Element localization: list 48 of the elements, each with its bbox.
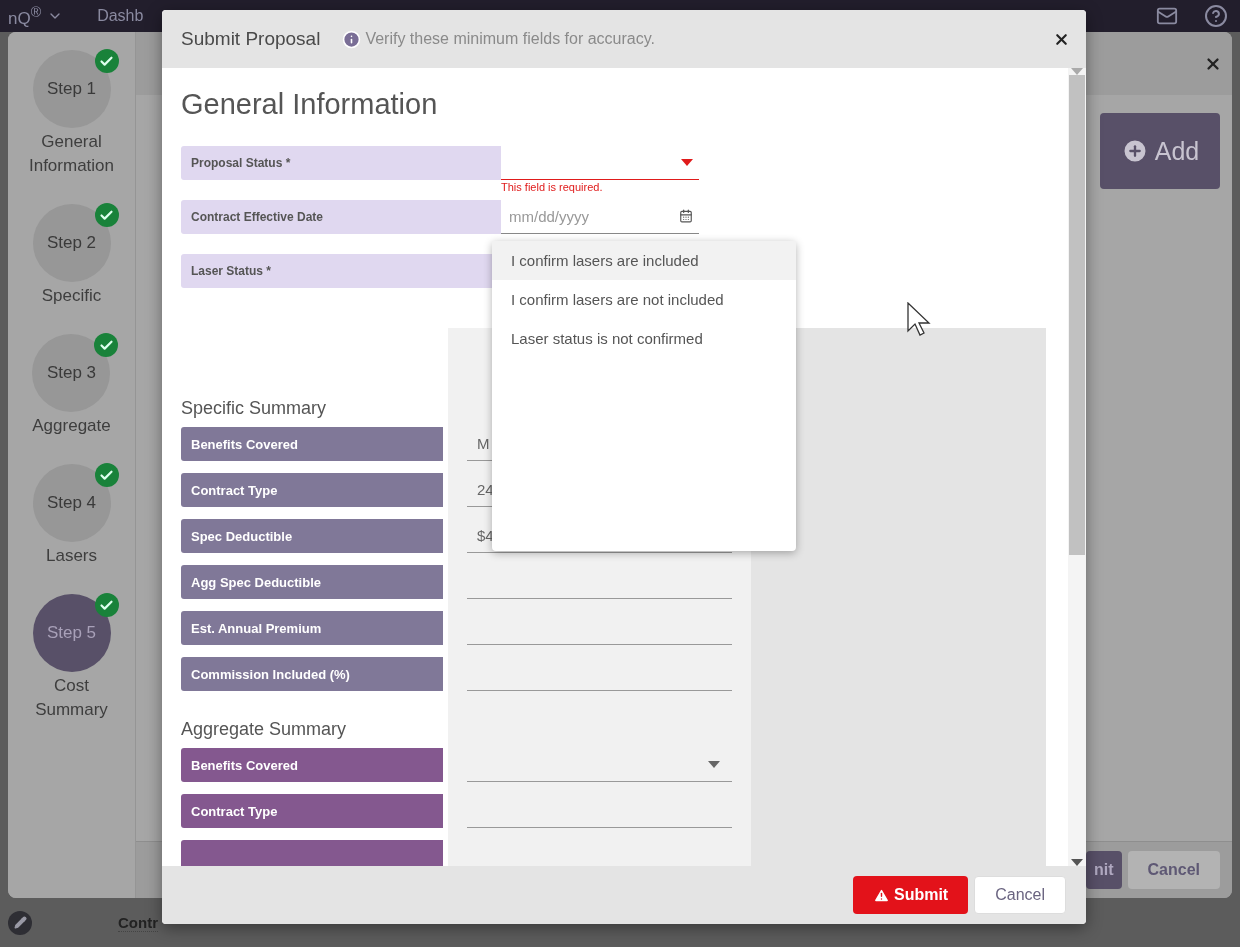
error-message: This field is required. bbox=[501, 181, 603, 193]
field-label: Contract Type bbox=[181, 473, 443, 507]
field-label: Contract Type bbox=[181, 794, 443, 828]
caret-icon bbox=[681, 159, 693, 166]
field-label: Proposal Status * bbox=[181, 146, 501, 180]
field-label: Est. Annual Premium bbox=[181, 611, 443, 645]
add-button[interactable]: Add bbox=[1100, 113, 1220, 189]
step-label: Aggregate bbox=[32, 415, 111, 437]
step-label: Specific bbox=[41, 285, 102, 307]
step-circle[interactable]: Step 5 bbox=[32, 594, 111, 672]
section-heading: Specific Summary bbox=[181, 398, 328, 419]
dialog-title: Submit Proposal bbox=[181, 28, 321, 50]
calendar-icon[interactable] bbox=[679, 209, 693, 223]
help-icon[interactable] bbox=[1204, 4, 1228, 28]
mouse-pointer-icon bbox=[907, 302, 931, 336]
section-heading: General Information bbox=[181, 88, 439, 121]
field-label: Agg Spec Deductible bbox=[181, 565, 443, 599]
brand-logo[interactable]: nQ$^{®}$ bbox=[8, 3, 42, 29]
hint-text: Verify these minimum fields for accuracy. bbox=[365, 30, 655, 48]
field-label: Commission Included (%) bbox=[181, 657, 443, 691]
nav-link[interactable]: Dashb bbox=[97, 7, 144, 25]
section-heading: Aggregate Summary bbox=[181, 719, 348, 740]
field-label: Contract Effective Date bbox=[181, 200, 501, 234]
cancel-button[interactable]: Cancel bbox=[1127, 851, 1220, 889]
column-header: Contr bbox=[118, 913, 158, 932]
edit-icon[interactable] bbox=[8, 910, 32, 935]
submit-button[interactable]: Submit bbox=[852, 876, 969, 914]
warning-icon bbox=[872, 886, 890, 904]
step-circle[interactable]: Step 4 bbox=[32, 464, 111, 542]
step-label: General Information bbox=[27, 131, 115, 177]
menu-option[interactable]: I confirm lasers are not included bbox=[492, 280, 796, 319]
step-circle[interactable]: Step 1 bbox=[32, 50, 111, 128]
caret-icon bbox=[708, 761, 720, 768]
step-circle[interactable]: Step 2 bbox=[32, 204, 111, 282]
field-label: Benefits Covered bbox=[181, 427, 443, 461]
mail-icon[interactable] bbox=[1156, 5, 1178, 27]
info-icon bbox=[342, 29, 362, 49]
menu-option[interactable]: I confirm lasers are included bbox=[492, 241, 796, 280]
submit-button[interactable]: nit bbox=[1086, 851, 1122, 889]
step-circle[interactable]: Step 3 bbox=[32, 334, 111, 412]
field-label: Spec Deductible bbox=[181, 519, 443, 553]
cancel-button[interactable]: Cancel bbox=[974, 876, 1066, 914]
step-label: Cost Summary bbox=[34, 675, 109, 721]
date-field[interactable]: mm/dd/yyyy bbox=[501, 200, 699, 234]
menu-option[interactable]: Laser status is not confirmed bbox=[492, 319, 796, 358]
scrollbar[interactable] bbox=[1068, 68, 1086, 866]
step-label: Lasers bbox=[46, 545, 97, 567]
field-label: Benefits Covered bbox=[181, 748, 443, 782]
